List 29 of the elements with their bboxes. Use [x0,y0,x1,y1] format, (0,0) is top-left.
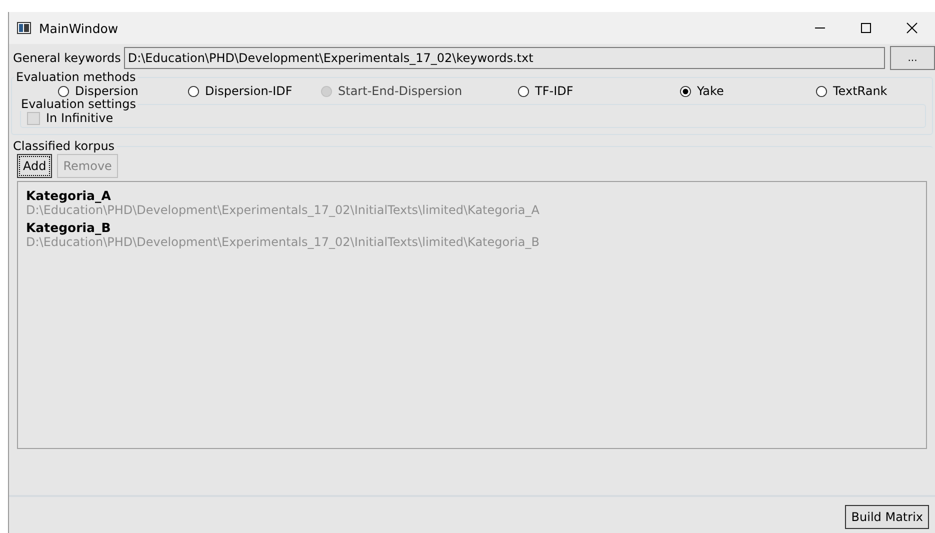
maximize-icon[interactable] [860,22,872,34]
checkbox-label: In Infinitive [46,111,114,125]
radio-button[interactable] [680,86,691,96]
radio-button[interactable] [58,86,69,96]
radio-label: Start-End-Dispersion [338,84,462,98]
group-title: Evaluation methods [15,70,137,84]
radio-label: Yake [697,84,724,98]
category-name[interactable]: Kategoria_A [26,188,918,203]
radio-button[interactable] [518,86,529,96]
category-path: D:\Education\PHD\Development\Experimentals_17_02\InitialTexts\limited\Kategoria_A [26,203,540,217]
field-label: General keywords [13,51,121,65]
radio-label: Dispersion [75,84,138,98]
keywords-path-field[interactable]: D:\Education\PHD\Development\Experimentals_17_02\keywords.txt [124,47,885,69]
radio-button[interactable] [816,86,827,96]
add-button[interactable]: Add [17,154,52,178]
group-title: Classified korpus [12,139,116,153]
radio-button[interactable] [188,86,199,96]
radio-label: TF-IDF [535,84,574,98]
close-icon[interactable] [906,22,918,34]
app-icon [17,22,31,34]
browse-button[interactable]: ... [890,46,935,70]
build-matrix-button[interactable]: Build Matrix [845,505,929,529]
category-name[interactable]: Kategoria_B [26,220,918,235]
window-title: MainWindow [39,20,120,36]
radio-label: TextRank [833,84,888,98]
radio-label: Dispersion-IDF [205,84,292,98]
checkbox[interactable] [27,112,40,124]
group-title: Evaluation settings [20,97,136,111]
category-path: D:\Education\PHD\Development\Experimentals_17_02\InitialTexts\limited\Kategoria_B [26,235,540,249]
